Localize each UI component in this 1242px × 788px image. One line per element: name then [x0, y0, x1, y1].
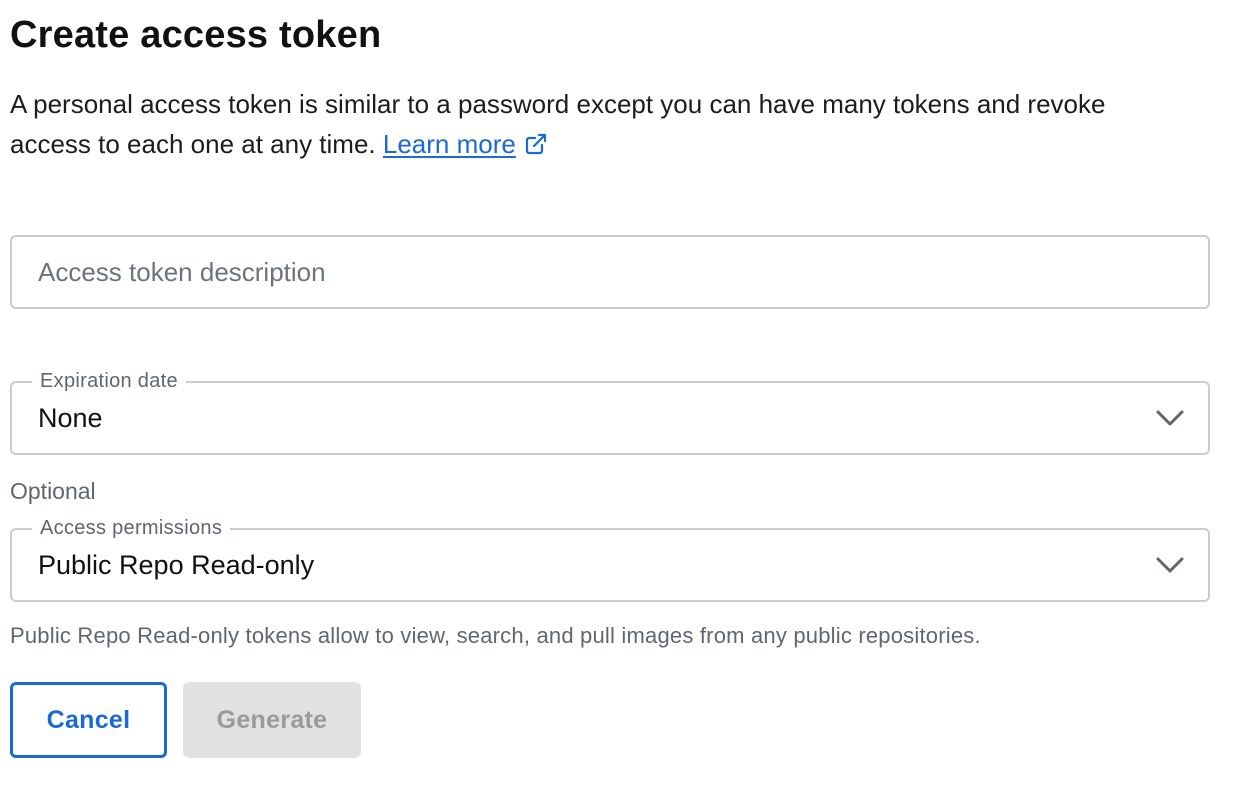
optional-label: Optional [10, 478, 96, 504]
permissions-helper-text: Public Repo Read-only tokens allow to vi… [10, 623, 981, 648]
expiration-date-select[interactable]: Expiration date None [10, 368, 1210, 455]
token-description-input[interactable] [12, 237, 1208, 307]
token-description-field [10, 235, 1210, 309]
expiration-date-label: Expiration date [32, 368, 186, 394]
access-permissions-value: Public Repo Read-only [38, 550, 315, 580]
learn-more-label: Learn more [382, 129, 516, 159]
generate-button[interactable]: Generate [183, 682, 361, 758]
external-link-icon[interactable] [524, 132, 548, 156]
access-permissions-select[interactable]: Access permissions Public Repo Read-only [10, 515, 1210, 602]
cancel-button[interactable]: Cancel [10, 682, 167, 758]
learn-more-link[interactable]: Learn more [383, 129, 516, 159]
access-permissions-label: Access permissions [32, 515, 231, 541]
chevron-down-icon [1156, 410, 1184, 426]
intro-description: A personal access token is similar to a … [10, 89, 1106, 159]
chevron-down-icon [1156, 557, 1184, 573]
expiration-date-value: None [38, 403, 103, 433]
intro-text: A personal access token is similar to a … [10, 84, 1190, 164]
page-title: Create access token [10, 14, 382, 56]
